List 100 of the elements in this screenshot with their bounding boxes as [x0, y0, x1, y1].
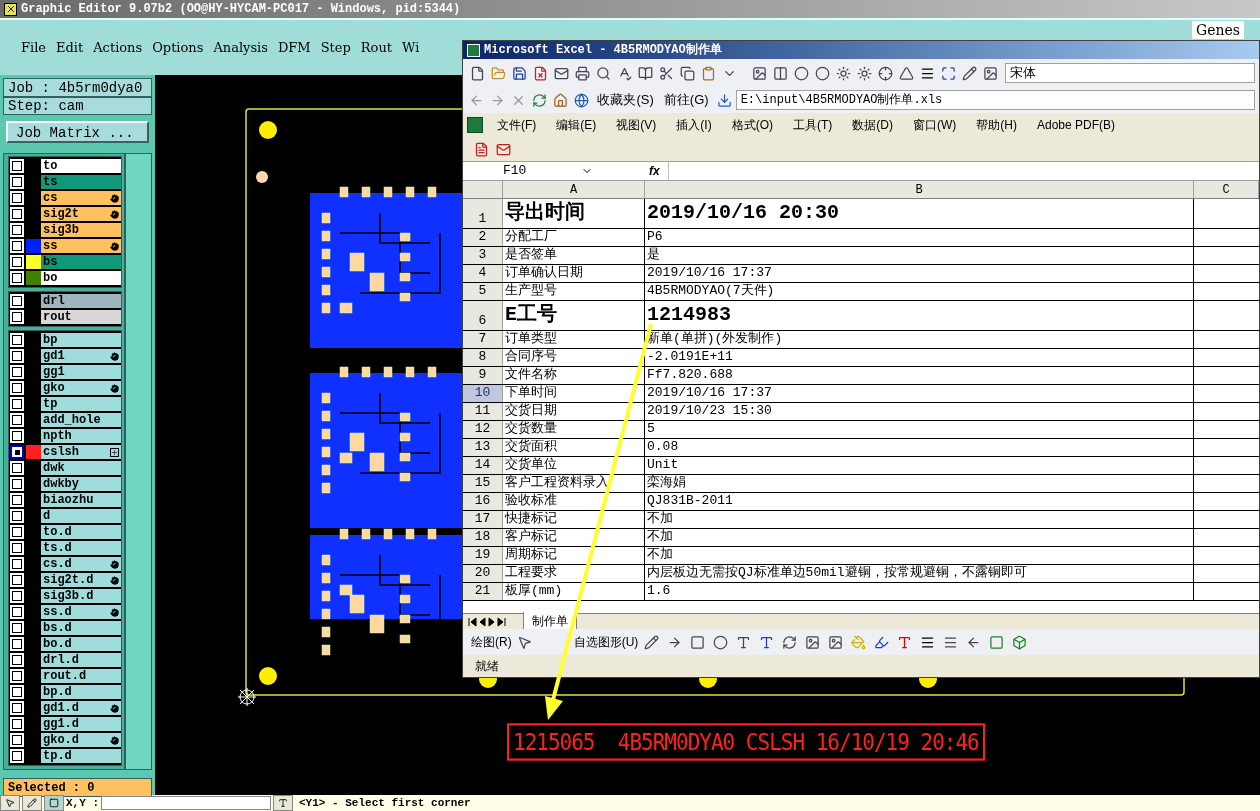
row-header[interactable]: 9	[463, 367, 503, 384]
layer-checkbox[interactable]	[10, 717, 24, 731]
layer-item[interactable]: ss	[41, 239, 121, 253]
layer-checkbox[interactable]	[10, 207, 24, 221]
menu-item[interactable]: DFM	[272, 37, 316, 58]
row-header[interactable]: 5	[463, 283, 503, 300]
row-header[interactable]: 7	[463, 331, 503, 348]
layer-checkbox[interactable]	[10, 525, 24, 539]
layer-item[interactable]: add_hole	[41, 413, 121, 427]
excel-menu-item[interactable]: 格式(O)	[725, 116, 779, 134]
row-header[interactable]: 4	[463, 265, 503, 282]
font-name-field[interactable]: 宋体	[1005, 63, 1255, 83]
layer-item[interactable]: to.d	[41, 525, 121, 539]
layer-item[interactable]: dwkby	[41, 477, 121, 491]
layer-checkbox[interactable]	[10, 685, 24, 699]
layer-checkbox[interactable]	[10, 191, 24, 205]
column-header[interactable]: C	[1194, 181, 1259, 198]
row-header[interactable]: 12	[463, 421, 503, 438]
layer-checkbox[interactable]	[10, 749, 24, 763]
layer-item[interactable]: bs.d	[41, 621, 121, 635]
layer-checkbox[interactable]	[10, 733, 24, 747]
menu-item[interactable]: Wi	[397, 37, 425, 58]
row-header[interactable]: 19	[463, 547, 503, 564]
favorites-button[interactable]: 收藏夹(S)	[593, 90, 658, 110]
layer-item[interactable]: bp	[41, 333, 121, 347]
row-header[interactable]: 13	[463, 439, 503, 456]
row-header[interactable]: 20	[463, 565, 503, 582]
row-header[interactable]: 21	[463, 583, 503, 600]
menu-item[interactable]: File	[16, 37, 52, 58]
menu-item[interactable]: Rout	[355, 37, 398, 58]
layer-item[interactable]: sig2t	[41, 207, 121, 221]
layer-item[interactable]: rout.d	[41, 669, 121, 683]
layer-item[interactable]: biaozhu	[41, 493, 121, 507]
menu-item[interactable]: Options	[147, 37, 209, 58]
layer-item[interactable]: bp.d	[41, 685, 121, 699]
go-button[interactable]: 前往(G)	[659, 90, 713, 110]
row-header[interactable]: 15	[463, 475, 503, 492]
row-header[interactable]: 18	[463, 529, 503, 546]
layer-item[interactable]: sig3b.d	[41, 589, 121, 603]
address-field[interactable]: E:\input\4B5RMODYAO制作单.xls	[735, 90, 1255, 110]
layer-item[interactable]: npth	[41, 429, 121, 443]
layer-checkbox[interactable]	[10, 477, 24, 491]
layer-checkbox[interactable]	[10, 541, 24, 555]
layer-item[interactable]: bo.d	[41, 637, 121, 651]
row-header[interactable]: 16	[463, 493, 503, 510]
row-header[interactable]: 1	[463, 199, 503, 228]
layer-checkbox[interactable]	[10, 413, 24, 427]
layer-checkbox[interactable]	[10, 429, 24, 443]
layer-checkbox[interactable]	[10, 461, 24, 475]
draw-menu-button[interactable]: 绘图(R)	[471, 633, 512, 651]
row-header[interactable]: 6	[463, 301, 503, 330]
layer-item[interactable]: tp	[41, 397, 121, 411]
layer-item[interactable]: gko.d	[41, 733, 121, 747]
layer-checkbox[interactable]	[10, 397, 24, 411]
excel-menu-item[interactable]: 窗口(W)	[907, 116, 963, 134]
layer-item[interactable]: sig3b	[41, 223, 121, 237]
layer-item[interactable]: ts.d	[41, 541, 121, 555]
layer-checkbox[interactable]	[10, 605, 24, 619]
excel-menu-item[interactable]: 文件(F)	[491, 116, 543, 134]
excel-menu-item[interactable]: 数据(D)	[846, 116, 899, 134]
layer-checkbox[interactable]	[10, 653, 24, 667]
row-header[interactable]: 11	[463, 403, 503, 420]
layer-item[interactable]: gd1.d	[41, 701, 121, 715]
layer-checkbox[interactable]	[10, 239, 24, 253]
excel-menu-item[interactable]: 帮助(H)	[970, 116, 1023, 134]
column-header[interactable]: B	[645, 181, 1194, 198]
layer-checkbox[interactable]	[10, 294, 24, 308]
menu-item[interactable]: Actions	[88, 37, 148, 58]
row-header[interactable]: 17	[463, 511, 503, 528]
layer-checkbox[interactable]	[10, 509, 24, 523]
layer-item[interactable]: cs.d	[41, 557, 121, 571]
layer-checkbox[interactable]	[10, 557, 24, 571]
layer-checkbox[interactable]	[10, 669, 24, 683]
layer-checkbox[interactable]	[10, 310, 24, 324]
layer-checkbox[interactable]	[10, 701, 24, 715]
layer-checkbox[interactable]	[10, 493, 24, 507]
layer-item[interactable]: cs	[41, 191, 121, 205]
autoshapes-button[interactable]: 自选图形(U)	[573, 633, 639, 651]
row-header[interactable]: 10	[463, 385, 503, 402]
layer-item[interactable]: gd1	[41, 349, 121, 363]
window-icon[interactable]	[44, 795, 64, 811]
layer-checkbox[interactable]	[10, 637, 24, 651]
excel-menu-item[interactable]: 工具(T)	[787, 116, 839, 134]
xy-input-field[interactable]	[101, 796, 271, 810]
layer-checkbox[interactable]	[10, 381, 24, 395]
menu-item[interactable]: Step	[315, 37, 356, 58]
excel-menu-item[interactable]: Adobe PDF(B)	[1031, 116, 1121, 134]
layer-item[interactable]: drl.d	[41, 653, 121, 667]
layer-item[interactable]: ss.d	[41, 605, 121, 619]
layer-item[interactable]: bs	[41, 255, 121, 269]
layer-checkbox[interactable]	[10, 159, 24, 173]
layer-item[interactable]: gko	[41, 381, 121, 395]
layer-checkbox[interactable]	[10, 445, 24, 459]
layer-item[interactable]: to	[41, 159, 121, 173]
layer-checkbox[interactable]	[10, 333, 24, 347]
row-header[interactable]: 14	[463, 457, 503, 474]
layer-item[interactable]: ts	[41, 175, 121, 189]
excel-menu-item[interactable]: 编辑(E)	[550, 116, 603, 134]
name-box[interactable]: F10	[463, 162, 573, 180]
layer-item[interactable]: sig2t.d	[41, 573, 121, 587]
